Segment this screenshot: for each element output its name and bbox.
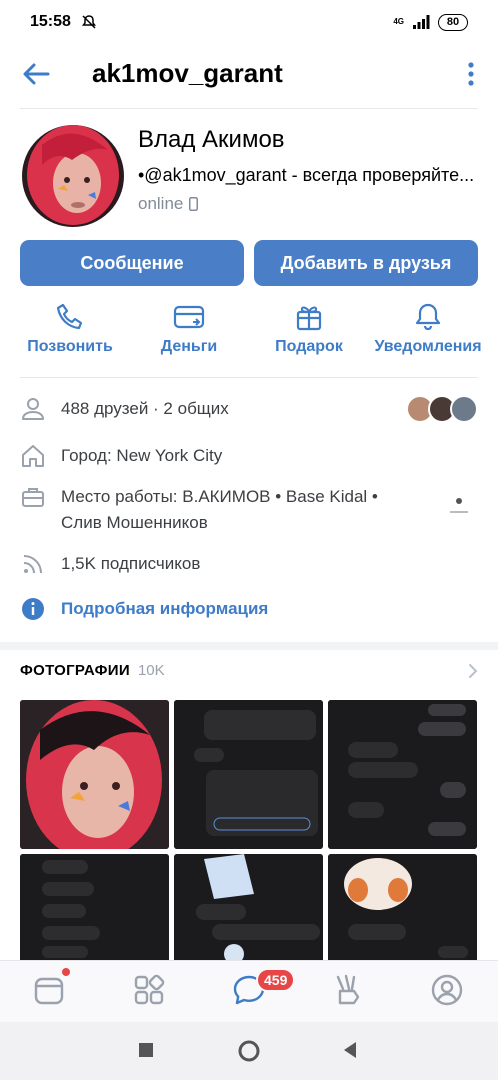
photo-thumbnail[interactable] [328,700,477,849]
photos-count: 10K [137,662,165,679]
gift-label: Подарок [275,338,343,355]
friends-avatars[interactable] [406,395,478,423]
home-button-icon[interactable] [237,1039,261,1063]
profile-icon[interactable] [430,973,464,1007]
add-friend-button[interactable]: Добавить в друзья [254,240,478,286]
signal-icon [413,15,430,29]
clips-icon[interactable] [332,973,366,1007]
work-row[interactable]: Место работы: В.АКИМОВ • Base Kidal • Сл… [20,484,478,536]
call-action[interactable]: Позвонить [10,300,130,356]
user-icon [22,398,44,420]
photo-thumbnail[interactable] [174,700,323,849]
bell-icon [415,303,441,331]
bottom-navigation [0,960,498,1022]
followers-count: 1,5K подписчиков [61,554,201,573]
call-label: Позвонить [27,338,113,355]
photo-thumbnail[interactable] [20,700,169,849]
gift-action[interactable]: Подарок [249,300,369,356]
online-label: online [138,194,184,213]
city-row: Город: New York City [20,443,478,469]
followers-row[interactable]: 1,5K подписчиков [20,551,478,577]
avatar[interactable] [22,125,124,227]
status-bar: 15:58 4G 80 [0,0,498,44]
home-icon [22,445,44,467]
more-vertical-icon[interactable] [468,62,474,86]
recent-apps-icon[interactable] [138,1042,154,1058]
actions-divider [20,377,478,378]
notifications-action[interactable]: Уведомления [368,300,488,356]
system-navigation [0,1022,498,1080]
back-button-icon[interactable] [342,1041,358,1059]
rss-icon [23,555,42,574]
battery-indicator: 80 [438,13,468,31]
services-icon[interactable] [132,973,166,1007]
message-button[interactable]: Сообщение [20,240,244,286]
notifications-label: Уведомления [374,338,482,355]
messages-badge: 459 [256,968,296,992]
money-icon [173,305,205,329]
back-arrow-icon[interactable] [22,62,50,86]
mobile-icon [189,197,199,211]
phone-icon [56,303,83,330]
friends-count: 488 друзей · 2 общих [61,399,229,418]
workplace: Место работы: В.АКИМОВ • Base Kidal • Сл… [61,487,378,532]
do-not-disturb-icon [81,15,96,29]
photos-heading: ФОТОГРАФИИ [20,662,130,679]
news-notification-dot [62,968,70,976]
details-row[interactable]: Подробная информация [20,596,478,622]
clock: 15:58 [30,13,71,30]
profile-name: Влад Акимов [138,126,285,153]
briefcase-icon [22,488,44,507]
city: Город: New York City [61,446,223,465]
profile-header: ak1mov_garant [0,46,498,102]
details-link: Подробная информация [61,599,269,618]
section-separator [0,642,498,650]
quick-actions: Позвонить Деньги Подарок Уведомления [0,300,498,370]
friend-avatar [450,395,478,423]
info-icon [22,598,44,620]
profile-status[interactable]: •@ak1mov_garant - всегда проверяйте... [138,165,478,186]
page-title: ak1mov_garant [92,58,283,88]
network-type: 4G [393,17,404,26]
money-action[interactable]: Деньги [129,300,249,356]
workplace-logo-icon[interactable] [442,490,476,520]
photos-header[interactable]: ФОТОГРАФИИ 10K [20,662,478,679]
money-label: Деньги [160,338,218,355]
chevron-right-icon [469,663,478,678]
gift-icon [296,306,322,331]
online-status: online [138,194,199,214]
news-icon[interactable] [32,973,66,1007]
header-divider [20,108,478,109]
